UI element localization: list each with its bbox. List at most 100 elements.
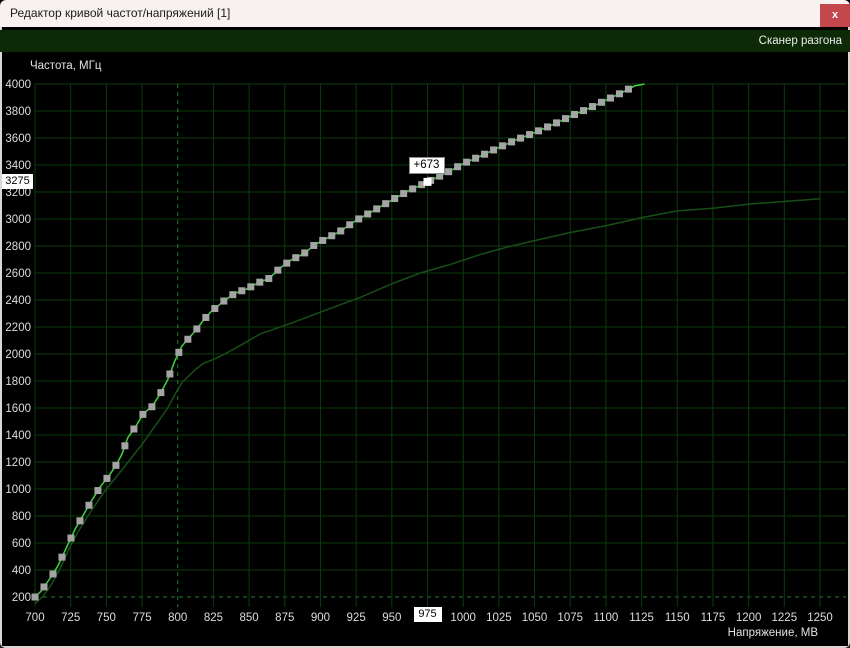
- curve-marker[interactable]: [310, 241, 318, 249]
- y-tick-label: 2400: [5, 295, 31, 307]
- curve-marker[interactable]: [553, 119, 561, 127]
- curve-marker[interactable]: [103, 474, 111, 482]
- x-tick-label: 700: [25, 612, 44, 624]
- curve-marker[interactable]: [373, 205, 381, 213]
- x-tick-label: 1050: [522, 612, 548, 624]
- curve-marker[interactable]: [364, 210, 372, 218]
- offset-vf-curve: [34, 83, 645, 598]
- x-tick-label: 850: [239, 612, 258, 624]
- selected-frequency-badge: 3275: [2, 173, 33, 189]
- frequency-axis-title: Частота, МГц: [30, 60, 102, 72]
- curve-marker[interactable]: [328, 232, 336, 240]
- curve-marker[interactable]: [40, 583, 48, 591]
- curve-marker[interactable]: [292, 254, 300, 262]
- curve-marker[interactable]: [175, 348, 183, 356]
- curve-marker[interactable]: [121, 442, 129, 450]
- curve-marker[interactable]: [391, 195, 399, 203]
- curve-marker[interactable]: [211, 305, 219, 313]
- curve-marker[interactable]: [382, 200, 390, 208]
- curve-marker[interactable]: [67, 534, 75, 542]
- curve-marker[interactable]: [202, 313, 210, 321]
- curve-marker[interactable]: [544, 123, 552, 131]
- curve-marker[interactable]: [615, 90, 623, 98]
- x-tick-label: 750: [97, 612, 116, 624]
- x-tick-label: 1175: [701, 612, 726, 624]
- curve-marker[interactable]: [490, 146, 498, 154]
- curve-marker[interactable]: [481, 150, 489, 158]
- curve-marker[interactable]: [157, 389, 165, 397]
- y-tick-label: 3400: [5, 160, 31, 172]
- selected-curve-marker[interactable]: [423, 177, 432, 186]
- curve-marker[interactable]: [562, 115, 570, 123]
- curve-marker[interactable]: [355, 215, 363, 223]
- y-tick-label: 1400: [5, 430, 31, 442]
- curve-marker[interactable]: [337, 227, 345, 235]
- curve-marker[interactable]: [526, 131, 534, 139]
- x-tick-label: 950: [382, 612, 401, 624]
- curve-marker[interactable]: [535, 127, 543, 135]
- curve-marker[interactable]: [597, 98, 605, 106]
- y-tick-label: 3800: [5, 106, 31, 118]
- title-bar[interactable]: Редактор кривой частот/напряжений [1]: [0, 0, 850, 27]
- overclocking-scanner-button[interactable]: Сканер разгона: [759, 30, 842, 52]
- curve-marker[interactable]: [112, 461, 120, 469]
- toolbar: Сканер разгона: [0, 30, 850, 52]
- curve-marker[interactable]: [445, 168, 453, 176]
- curve-marker[interactable]: [463, 158, 471, 166]
- curve-marker[interactable]: [588, 103, 596, 111]
- y-tick-label: 800: [12, 511, 31, 523]
- x-tick-label: 825: [204, 612, 223, 624]
- curve-marker[interactable]: [31, 593, 39, 601]
- curve-marker[interactable]: [166, 370, 174, 378]
- y-tick-label: 1200: [5, 457, 31, 469]
- x-tick-label: 725: [61, 612, 80, 624]
- curve-marker[interactable]: [571, 111, 579, 119]
- close-button[interactable]: x: [820, 4, 850, 27]
- curve-marker[interactable]: [184, 335, 192, 343]
- y-tick-label: 2800: [5, 241, 31, 253]
- curve-marker[interactable]: [580, 107, 588, 115]
- curve-marker[interactable]: [229, 291, 237, 299]
- curve-marker[interactable]: [499, 142, 507, 150]
- curve-marker[interactable]: [94, 487, 102, 495]
- y-tick-label: 1600: [5, 403, 31, 415]
- curve-marker[interactable]: [193, 325, 201, 333]
- y-tick-label: 2600: [5, 268, 31, 280]
- x-tick-label: 1000: [450, 612, 476, 624]
- curve-marker[interactable]: [148, 403, 156, 411]
- y-tick-label: 2000: [5, 349, 31, 361]
- curve-marker[interactable]: [85, 501, 93, 509]
- curve-marker[interactable]: [265, 275, 273, 283]
- curve-marker[interactable]: [76, 517, 84, 525]
- curve-marker[interactable]: [139, 410, 147, 418]
- curve-marker[interactable]: [472, 154, 480, 162]
- curve-marker[interactable]: [49, 570, 57, 578]
- curve-marker[interactable]: [517, 134, 525, 142]
- curve-marker[interactable]: [220, 297, 228, 305]
- curve-marker[interactable]: [283, 259, 291, 267]
- y-tick-label: 2200: [5, 322, 31, 334]
- curve-marker[interactable]: [454, 163, 462, 171]
- curve-marker[interactable]: [400, 190, 408, 198]
- curve-marker[interactable]: [346, 221, 354, 229]
- curve-marker[interactable]: [409, 185, 417, 193]
- curve-marker[interactable]: [319, 236, 327, 244]
- curve-marker[interactable]: [274, 266, 282, 274]
- curve-marker[interactable]: [508, 138, 516, 146]
- vf-curve-chart-canvas[interactable]: 700 725 750 775 800 825 850 875 900 925 950 1000 102…: [0, 0, 850, 648]
- y-tick-label: 4000: [5, 79, 31, 91]
- curve-marker[interactable]: [238, 287, 246, 295]
- curve-marker[interactable]: [624, 85, 632, 93]
- curve-marker[interactable]: [301, 249, 309, 257]
- x-tick-label: 775: [132, 612, 151, 624]
- x-tick-label: 900: [311, 612, 330, 624]
- x-tick-label: 1025: [486, 612, 512, 624]
- curve-marker[interactable]: [130, 425, 138, 433]
- curve-marker[interactable]: [247, 283, 255, 291]
- window-border-left: [0, 27, 2, 648]
- curve-marker[interactable]: [256, 278, 264, 286]
- voltage-axis-title: Напряжение, МВ: [727, 627, 818, 639]
- y-tick-label: 3000: [5, 214, 31, 226]
- curve-marker[interactable]: [606, 94, 614, 102]
- curve-marker[interactable]: [58, 553, 66, 561]
